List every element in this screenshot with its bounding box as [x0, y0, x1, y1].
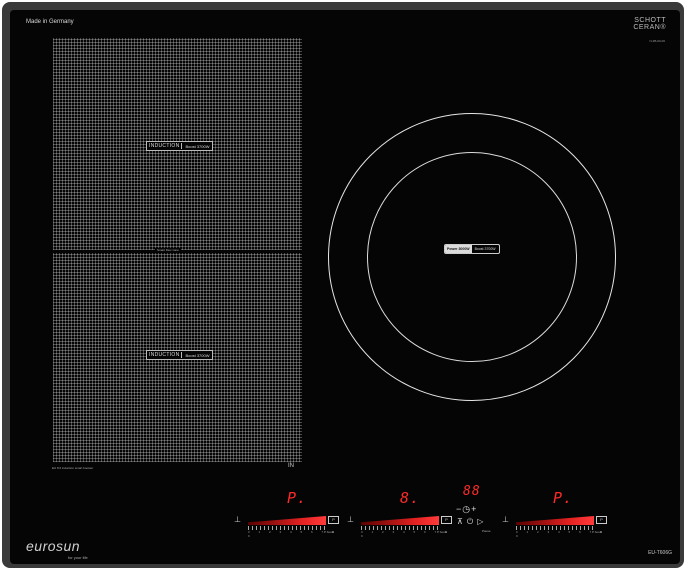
glass-brand: SCHOTT CERAN® [633, 17, 666, 31]
boost-button[interactable]: P [441, 516, 452, 524]
zone-1-display: P. [287, 489, 308, 507]
boost-button[interactable]: P [328, 516, 339, 524]
power-level-bar [361, 516, 439, 525]
power-level-bar [516, 516, 594, 525]
power-level-bar [248, 516, 326, 525]
round-zone-inner-ring [367, 152, 577, 362]
boost-label: P boost [324, 530, 335, 534]
induction-label: INDUCTION [149, 352, 183, 358]
boost-label: P boost [437, 530, 448, 534]
serial-number: N-3B-00-00 [649, 39, 665, 43]
timer-display: 88 [463, 484, 481, 499]
flex-zone-separator-label: Smart Flex zone [155, 248, 181, 252]
glass-brand-line2: CERAN® [633, 24, 666, 31]
made-in-label: Made in Germany [26, 19, 74, 25]
induction-label: INDUCTION [149, 143, 183, 149]
power-icon[interactable]: ⏻ [467, 517, 477, 526]
pause-label: Pause [482, 529, 491, 533]
round-zone-label: Power 3000W Boost 3700W [444, 244, 500, 254]
function-icons: ⊼⏻▷ [457, 517, 487, 527]
zone-select-icon[interactable]: ⊥ [502, 515, 509, 524]
booster-label: Boost 3700W [185, 143, 210, 149]
brand-logo: eurosun [26, 538, 81, 554]
cooktop-frame: Made in Germany SCHOTT CERAN® N-3B-00-00… [2, 2, 684, 568]
booster-label: Boost 3700W [474, 247, 496, 251]
zone-3-power-slider[interactable]: ⊥ 0 1 2 3 4 5 6 7 8 9 P P boost [502, 514, 612, 538]
glass-surface: Made in Germany SCHOTT CERAN® N-3B-00-00… [10, 10, 680, 564]
flex-zone-note: EU 8.6 induction smart booster [52, 466, 94, 470]
timer-control[interactable]: −◷+ [456, 504, 477, 515]
lock-icon[interactable]: ⊼ [457, 517, 467, 526]
brand-tagline: for your life [68, 555, 88, 560]
pause-icon[interactable]: ▷ [477, 517, 487, 526]
boost-button[interactable]: P [596, 516, 607, 524]
power-label: Power 3000W [445, 245, 472, 253]
zone-label-bottom: INDUCTION Boost 3700W [146, 350, 213, 360]
model-number: EU-T606G [648, 550, 672, 556]
zone-label-top: INDUCTION Boost 3700W [146, 141, 213, 151]
zone-3-display: P. [553, 489, 574, 507]
zone-1-power-slider[interactable]: ⊥ 0 1 2 3 4 5 6 7 8 9 P P boost [234, 514, 344, 538]
boost-label: P boost [592, 530, 603, 534]
zone-select-icon[interactable]: ⊥ [234, 515, 241, 524]
zone-select-icon[interactable]: ⊥ [347, 515, 354, 524]
zone-2-display: 8. [400, 489, 421, 507]
zone-2-power-slider[interactable]: ⊥ 0 1 2 3 4 5 6 7 8 9 P P boost [347, 514, 457, 538]
booster-label: Boost 3700W [185, 352, 210, 358]
pan-detect-icon: IN [288, 463, 294, 469]
glass-brand-line1: SCHOTT [634, 17, 666, 24]
